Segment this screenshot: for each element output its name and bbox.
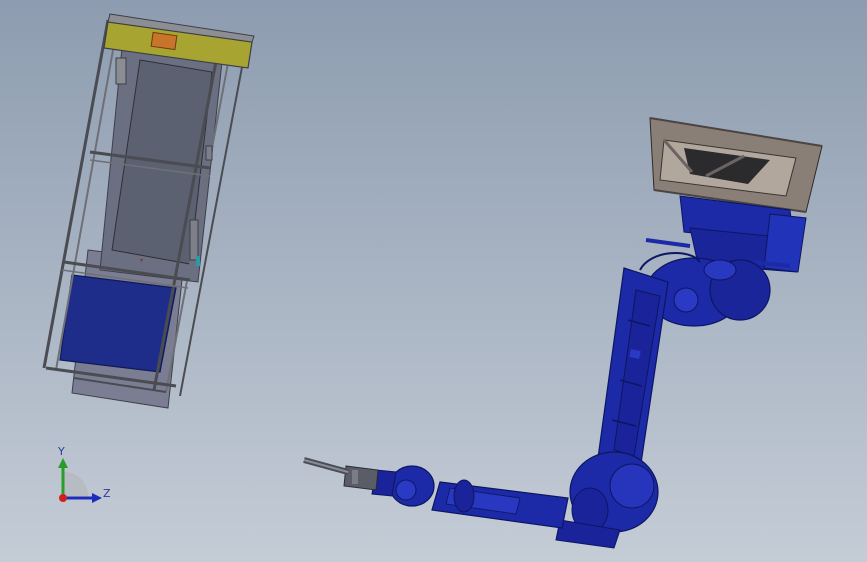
z-axis-label: Z bbox=[103, 487, 111, 500]
side-fitting-3 bbox=[205, 145, 213, 161]
robot-forearm bbox=[431, 479, 569, 529]
y-axis-label: Y bbox=[57, 445, 65, 458]
cabinet-assembly[interactable]: ▾ bbox=[42, 13, 255, 409]
model-scene[interactable]: ▾ Y Z bbox=[0, 0, 867, 562]
z-axis-arrow bbox=[92, 493, 102, 503]
axis-triad: Y Z bbox=[57, 445, 111, 503]
indicator-lamp bbox=[150, 31, 178, 51]
triad-plane-glyph bbox=[64, 472, 88, 496]
side-fitting-1 bbox=[115, 57, 127, 85]
panel-marking: ▾ bbox=[140, 257, 143, 264]
robot-lower-arm bbox=[597, 267, 669, 471]
robot-elbow bbox=[555, 451, 659, 549]
robot-tool bbox=[303, 457, 379, 491]
3d-viewport[interactable]: ▾ Y Z bbox=[0, 0, 867, 562]
triad-origin bbox=[59, 494, 67, 502]
robot-assembly[interactable] bbox=[303, 117, 823, 549]
side-fitting-2 bbox=[189, 219, 199, 261]
y-axis-arrow bbox=[58, 458, 68, 468]
robot-wrist bbox=[371, 465, 435, 507]
side-connector bbox=[196, 256, 200, 266]
cabinet-lower-box bbox=[59, 274, 177, 373]
robot-mount-frame bbox=[649, 117, 823, 213]
